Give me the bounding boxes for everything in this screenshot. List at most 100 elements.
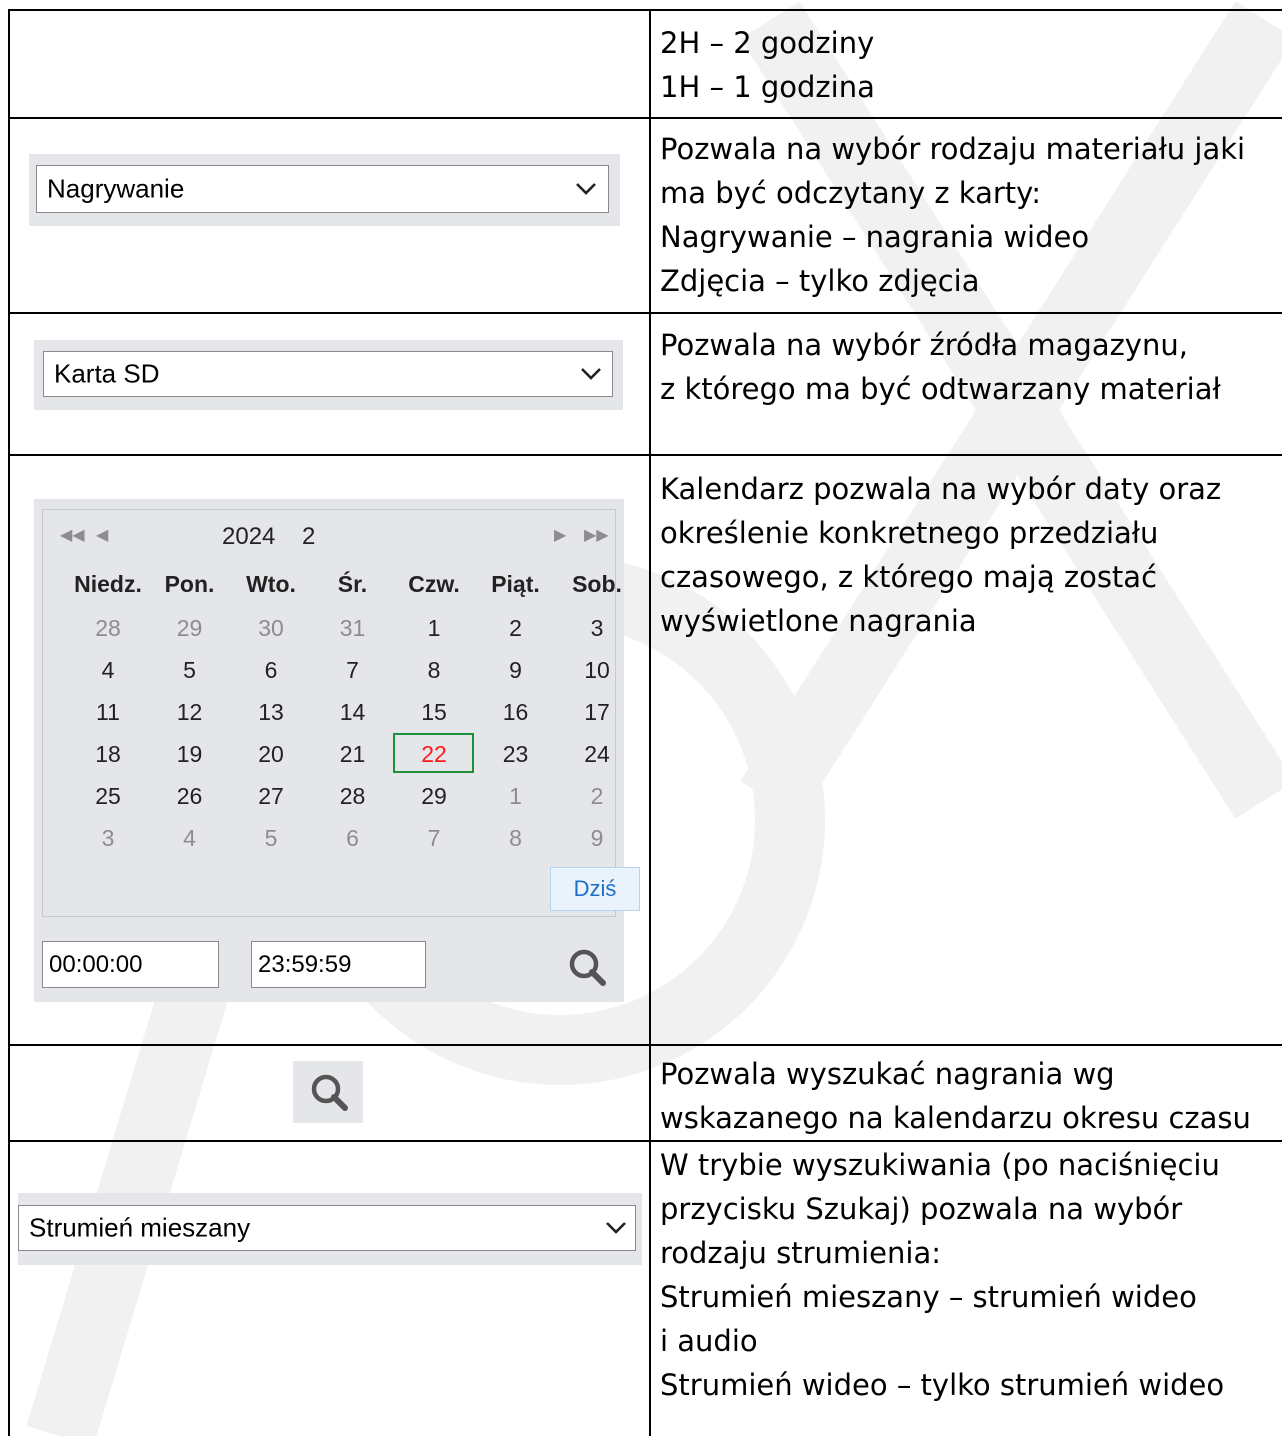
calendar-day[interactable]: 3: [557, 615, 637, 642]
calendar-month[interactable]: 2: [302, 523, 315, 551]
stream-type-value: Strumień mieszany: [29, 1212, 251, 1243]
calendar-day[interactable]: 7: [313, 657, 393, 684]
weekday-header: Wto.: [246, 571, 296, 597]
record-type-value: Nagrywanie: [47, 173, 185, 204]
row-2-description: Pozwala na wybór rodzaju materiału jaki …: [660, 127, 1280, 303]
calendar-day[interactable]: 2: [476, 615, 556, 642]
calendar-day[interactable]: 24: [557, 741, 637, 768]
description-line: czasowego, z którego mają zostać: [660, 560, 1158, 594]
calendar-day[interactable]: 13: [231, 699, 311, 726]
weekday-header: Czw.: [408, 571, 460, 597]
description-line: Strumień mieszany – strumień wideo: [660, 1280, 1197, 1314]
calendar-day[interactable]: 29: [150, 615, 230, 642]
calendar-day[interactable]: 9: [476, 657, 556, 684]
table-border: [9, 454, 1282, 456]
calendar-day[interactable]: 17: [557, 699, 637, 726]
calendar-day[interactable]: 7: [394, 825, 474, 852]
row-5-description: Pozwala wyszukać nagrania wg wskazanego …: [660, 1052, 1280, 1140]
search-icon: [311, 1074, 348, 1111]
calendar-day[interactable]: 11: [68, 699, 148, 726]
calendar-day[interactable]: 8: [476, 825, 556, 852]
calendar-day[interactable]: 8: [394, 657, 474, 684]
description-line: wskazanego na kalendarzu okresu czasu: [660, 1101, 1251, 1135]
calendar-day[interactable]: 16: [476, 699, 556, 726]
calendar-day[interactable]: 10: [557, 657, 637, 684]
storage-source-select-panel: Karta SD: [34, 340, 623, 410]
calendar-day[interactable]: 1: [394, 615, 474, 642]
calendar-day[interactable]: 21: [313, 741, 393, 768]
calendar-day[interactable]: 4: [68, 657, 148, 684]
row-1-description: 2H – 2 godziny 1H – 1 godzina: [660, 21, 1280, 109]
row-3-description: Pozwala na wybór źródła magazynu, z któr…: [660, 323, 1280, 411]
calendar-day-selected[interactable]: 22: [394, 741, 474, 768]
calendar-day[interactable]: 12: [150, 699, 230, 726]
calendar-day[interactable]: 27: [231, 783, 311, 810]
description-line: W trybie wyszukiwania (po naciśnięciu: [660, 1148, 1220, 1182]
double-left-icon[interactable]: ◀◀: [60, 525, 85, 547]
calendar-widget: ◀◀ ◀ 2024 2 ▶ ▶▶ Niedz. Pon. Wto. Śr. Czw. Pi…: [34, 499, 640, 1002]
calendar-day[interactable]: 2: [557, 783, 637, 810]
calendar-day[interactable]: 31: [313, 615, 393, 642]
row-6-description: W trybie wyszukiwania (po naciśnięciu pr…: [660, 1143, 1280, 1407]
weekday-header: Sob.: [572, 571, 622, 597]
search-icon[interactable]: [567, 947, 607, 987]
description-line: Nagrywanie – nagrania wideo: [660, 220, 1090, 254]
description-line: Strumień wideo – tylko strumień wideo: [660, 1368, 1225, 1402]
calendar-day[interactable]: 23: [476, 741, 556, 768]
calendar-day[interactable]: 28: [68, 615, 148, 642]
calendar-day[interactable]: 30: [231, 615, 311, 642]
calendar-day[interactable]: 9: [557, 825, 637, 852]
stream-type-select[interactable]: Strumień mieszany: [18, 1205, 636, 1251]
double-right-icon[interactable]: ▶▶: [584, 525, 609, 547]
row-4-description: Kalendarz pozwala na wybór daty oraz okr…: [660, 467, 1280, 643]
calendar-day[interactable]: 25: [68, 783, 148, 810]
table-border: [9, 312, 1282, 314]
calendar-day[interactable]: 5: [150, 657, 230, 684]
calendar-day[interactable]: 6: [231, 657, 311, 684]
calendar-day[interactable]: 14: [313, 699, 393, 726]
calendar-day[interactable]: 26: [150, 783, 230, 810]
calendar-day[interactable]: 1: [476, 783, 556, 810]
table-border: [9, 1140, 1282, 1142]
chevron-down-icon: [606, 1222, 626, 1234]
document-table: 2H – 2 godziny 1H – 1 godzina Nagrywanie…: [0, 0, 1282, 1436]
calendar-day[interactable]: 20: [231, 741, 311, 768]
description-line: ma być odczytany z karty:: [660, 176, 1041, 210]
calendar-day[interactable]: 28: [313, 783, 393, 810]
weekday-header: Pon.: [164, 571, 215, 597]
description-line: Pozwala na wybór źródła magazynu,: [660, 328, 1188, 362]
description-line: określenie konkretnego przedziału: [660, 516, 1159, 550]
search-button[interactable]: [293, 1061, 363, 1123]
calendar-day[interactable]: 18: [68, 741, 148, 768]
time-to-input[interactable]: 23:59:59: [251, 941, 426, 988]
description-line: Pozwala na wybór rodzaju materiału jaki: [660, 132, 1246, 166]
weekday-header: Niedz.: [74, 571, 142, 597]
calendar-day[interactable]: 3: [68, 825, 148, 852]
record-type-select[interactable]: Nagrywanie: [36, 165, 609, 213]
description-line: 2H – 2 godziny: [660, 26, 875, 60]
calendar-day[interactable]: 15: [394, 699, 474, 726]
today-button[interactable]: Dziś: [550, 867, 640, 911]
description-line: Kalendarz pozwala na wybór daty oraz: [660, 472, 1222, 506]
table-border: [649, 9, 651, 1436]
calendar-day[interactable]: 4: [150, 825, 230, 852]
calendar-day[interactable]: 19: [150, 741, 230, 768]
description-line: Zdjęcia – tylko zdjęcia: [660, 264, 980, 298]
calendar-day[interactable]: 5: [231, 825, 311, 852]
description-line: z którego ma być odtwarzany materiał: [660, 372, 1221, 406]
description-line: i audio: [660, 1324, 758, 1358]
calendar-year[interactable]: 2024: [222, 523, 275, 551]
weekday-header: Śr.: [337, 571, 368, 597]
weekday-header: Piąt.: [491, 571, 540, 597]
time-from-input[interactable]: 00:00:00: [42, 941, 219, 988]
calendar-day[interactable]: 29: [394, 783, 474, 810]
chevron-down-icon: [581, 368, 601, 380]
calendar-day[interactable]: 6: [313, 825, 393, 852]
description-line: rodzaju strumienia:: [660, 1236, 941, 1270]
storage-source-select[interactable]: Karta SD: [43, 351, 613, 397]
right-icon[interactable]: ▶: [554, 525, 566, 547]
left-icon[interactable]: ◀: [96, 525, 108, 547]
record-type-select-panel: Nagrywanie: [29, 154, 620, 226]
description-line: przycisku Szukaj) pozwala na wybór: [660, 1192, 1183, 1226]
description-line: 1H – 1 godzina: [660, 70, 875, 104]
